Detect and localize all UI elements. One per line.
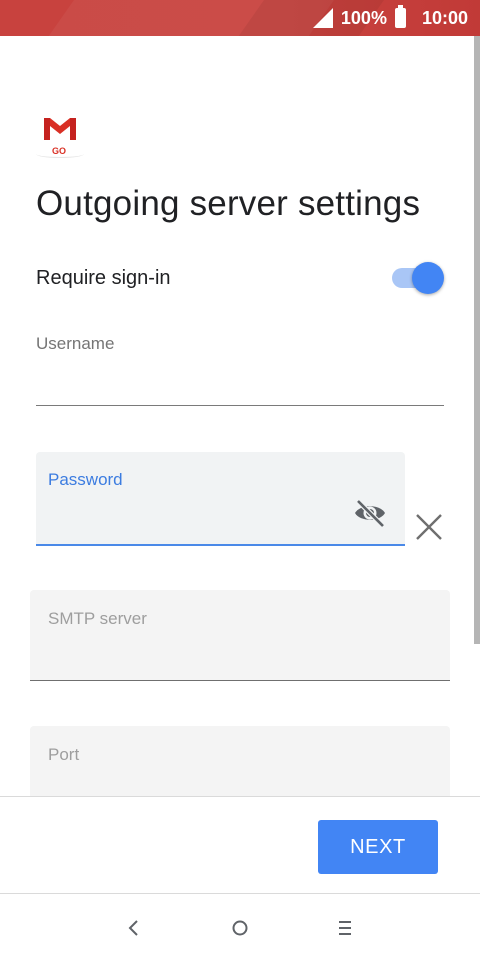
battery-percent: 100% xyxy=(340,7,387,28)
require-signin-row[interactable]: Require sign-in xyxy=(36,258,444,298)
require-signin-label: Require sign-in xyxy=(36,266,171,289)
toggle-thumb[interactable] xyxy=(412,262,444,294)
clock: 10:00 xyxy=(421,7,468,28)
logo-go-text: GO xyxy=(52,146,67,156)
next-button[interactable]: NEXT xyxy=(318,820,438,874)
navigation-bar xyxy=(0,895,480,960)
username-field[interactable]: Username xyxy=(36,330,444,406)
signal-icon xyxy=(312,8,333,28)
password-label: Password xyxy=(48,470,123,489)
smtp-server-label: SMTP server xyxy=(48,609,147,628)
recents-icon[interactable] xyxy=(330,915,360,941)
home-icon[interactable] xyxy=(225,915,255,941)
battery-icon xyxy=(394,5,406,28)
port-label: Port xyxy=(48,745,80,764)
page-title: Outgoing server settings xyxy=(36,184,421,223)
status-bar: 100% 10:00 xyxy=(0,0,480,36)
bottom-action-bar: NEXT xyxy=(0,796,480,894)
password-field[interactable]: Password xyxy=(36,452,405,546)
require-signin-toggle[interactable] xyxy=(392,260,444,296)
back-icon[interactable] xyxy=(119,915,149,941)
port-field[interactable]: Port xyxy=(30,726,450,806)
close-icon[interactable] xyxy=(414,512,444,542)
scrollbar[interactable] xyxy=(474,36,480,644)
status-indicators: 100% 10:00 xyxy=(311,0,468,36)
smtp-server-field[interactable]: SMTP server xyxy=(30,590,450,681)
username-label: Username xyxy=(36,334,115,353)
eye-off-icon[interactable] xyxy=(353,498,387,528)
